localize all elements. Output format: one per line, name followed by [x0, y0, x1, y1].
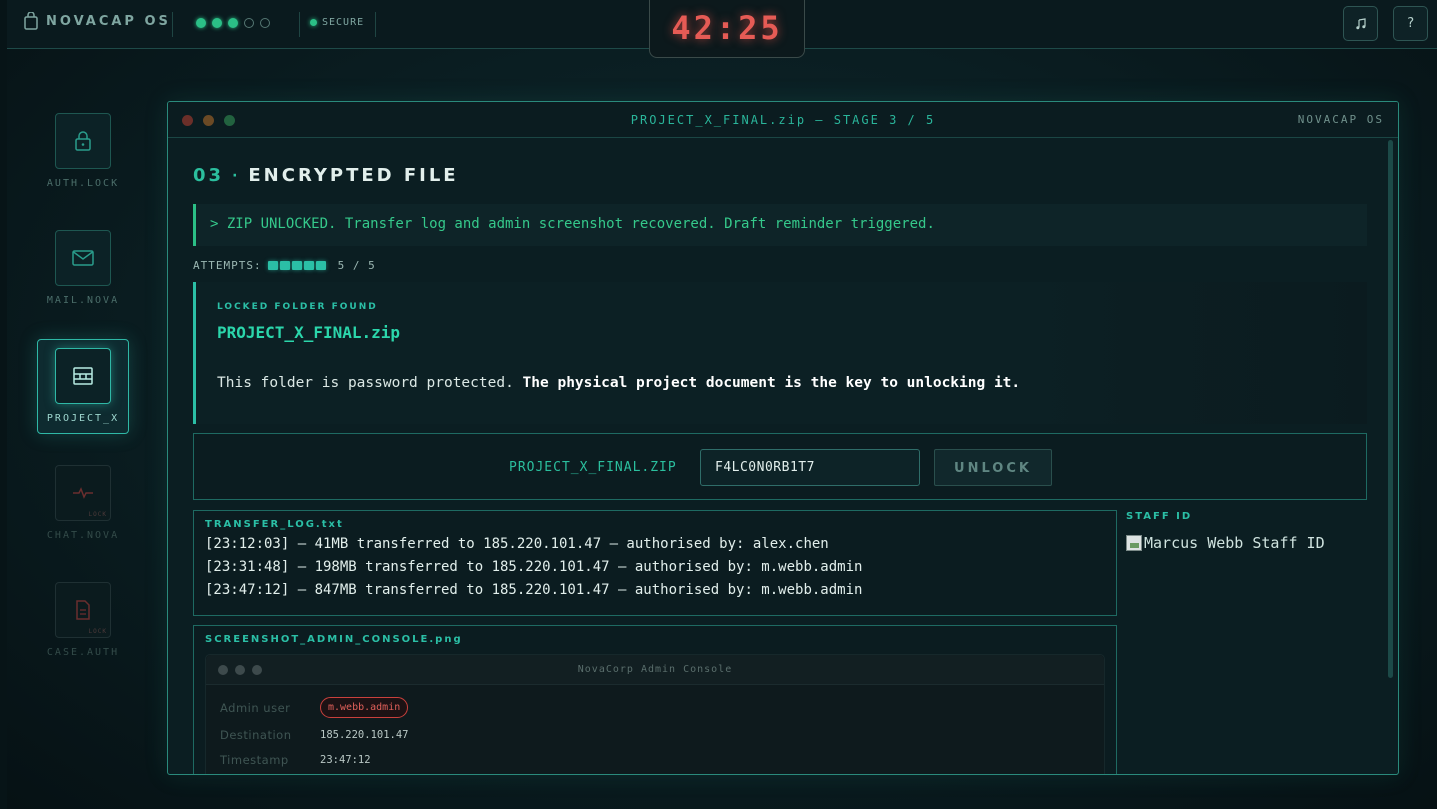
sidebar-app-tile: LOCK: [55, 582, 111, 638]
staff-id-title: STAFF ID: [1126, 511, 1193, 522]
progress-dot-pending: [260, 18, 270, 28]
console-titlebar: NovaCorp Admin Console: [206, 655, 1104, 685]
help-icon: ?: [1406, 16, 1415, 31]
row-value: 185.220.101.47: [320, 729, 409, 741]
sidebar-app-tile: [55, 113, 111, 169]
stage-progress-dots: [196, 18, 270, 28]
transfer-log-panel: TRANSFER_LOG.txt [23:12:03] — 41MB trans…: [193, 510, 1117, 616]
mail-icon: [72, 250, 94, 266]
secure-label: SECURE: [322, 17, 365, 28]
row-key: Destination: [220, 728, 292, 742]
console-row-destination: Destination 185.220.101.47: [220, 728, 409, 742]
console-row-timestamp: Timestamp 23:47:12: [220, 753, 371, 767]
brand: NOVACAP OS: [24, 12, 171, 30]
secure-status: SECURE: [310, 17, 364, 28]
document-icon: [76, 600, 90, 620]
progress-dot-complete: [228, 18, 238, 28]
progress-dot-complete: [212, 18, 222, 28]
attempts-label: ATTEMPTS:: [193, 259, 262, 272]
archive-icon: [73, 367, 93, 385]
window-title: PROJECT_X_FINAL.zip — STAGE 3 / 5: [630, 113, 936, 127]
countdown-timer: 42:25: [649, 0, 805, 58]
transfer-log-title: TRANSFER_LOG.txt: [205, 519, 344, 530]
lock-tag: LOCK: [88, 628, 107, 635]
row-key: Admin user: [220, 700, 291, 715]
file-name: PROJECT_X_FINAL.zip: [217, 323, 401, 342]
scrollbar[interactable]: [1388, 140, 1393, 678]
console-title: NovaCorp Admin Console: [577, 664, 733, 675]
project-window: PROJECT_X_FINAL.zip — STAGE 3 / 5 NOVACA…: [167, 101, 1399, 775]
description-emphasis: The physical project document is the key…: [522, 375, 1021, 391]
console-row-admin-user: Admin user m.webb.admin: [220, 697, 409, 718]
staff-id-image[interactable]: Marcus Webb Staff ID: [1126, 534, 1366, 552]
sidebar-item-label: CASE.AUTH: [46, 647, 120, 658]
page-title: 03 · ENCRYPTED FILE: [193, 165, 459, 186]
attempts-indicator: ATTEMPTS: 5 / 5: [193, 259, 376, 272]
admin-console-screenshot: NovaCorp Admin Console Admin user m.webb…: [205, 654, 1105, 774]
music-button[interactable]: [1343, 6, 1378, 41]
stage-heading: ENCRYPTED FILE: [248, 165, 459, 186]
sidebar-item-mail-nova[interactable]: MAIL.NOVA: [37, 230, 129, 306]
staff-id-panel: STAFF ID Marcus Webb Staff ID: [1126, 511, 1366, 552]
zip-label: PROJECT_X_FINAL.ZIP: [509, 460, 677, 475]
password-input[interactable]: F4LC0N0RB1T7: [700, 449, 920, 486]
help-button[interactable]: ?: [1393, 6, 1428, 41]
description-text: This folder is password protected.: [217, 375, 523, 391]
divider: [299, 12, 300, 37]
pulse-icon: [73, 487, 93, 499]
progress-dot-pending: [244, 18, 254, 28]
divider: [172, 12, 173, 37]
attempt-pip: [315, 261, 326, 270]
log-line: [23:31:48] — 198MB transferred to 185.22…: [205, 559, 863, 575]
sidebar-item-label: CHAT.NOVA: [46, 530, 120, 541]
broken-image-icon: [1126, 535, 1142, 551]
locked-folder-panel: LOCKED FOLDER FOUND PROJECT_X_FINAL.zip …: [193, 282, 1367, 424]
panel-description: This folder is password protected. The p…: [217, 375, 1346, 391]
unlock-button[interactable]: UNLOCK: [934, 449, 1052, 486]
lock-tag: LOCK: [88, 511, 107, 518]
sidebar-item-label: PROJECT_X: [46, 413, 120, 424]
log-line: [23:12:03] — 41MB transferred to 185.220…: [205, 536, 829, 552]
sidebar-item-label: AUTH.LOCK: [46, 178, 120, 189]
sidebar-item-auth-lock[interactable]: AUTH.LOCK: [37, 113, 129, 189]
separator-dot: ·: [232, 167, 241, 184]
sidebar-item-case-auth: LOCK CASE.AUTH: [37, 582, 129, 658]
attempt-pip: [291, 261, 302, 270]
sidebar-item-chat-nova: LOCK CHAT.NOVA: [37, 465, 129, 541]
window-os-label: NOVACAP OS: [1297, 113, 1384, 126]
sidebar-app-tile: LOCK: [55, 465, 111, 521]
desktop-frame: NOVACAP OS SECURE 42:25 ? AUTH.LOCK MAIL…: [7, 0, 1437, 809]
progress-dot-complete: [196, 18, 206, 28]
console-message: > ZIP UNLOCKED. Transfer log and admin s…: [193, 204, 1367, 246]
window-titlebar: PROJECT_X_FINAL.zip — STAGE 3 / 5 NOVACA…: [168, 102, 1398, 138]
shopping-bag-icon: [24, 12, 38, 30]
sidebar-app-tile: [55, 348, 111, 404]
admin-user-badge: m.webb.admin: [320, 697, 409, 718]
unlock-form: PROJECT_X_FINAL.ZIP F4LC0N0RB1T7 UNLOCK: [193, 433, 1367, 500]
sidebar-item-project-x[interactable]: PROJECT_X: [37, 339, 129, 434]
attempts-bars: [267, 261, 326, 270]
staff-id-alt-text: Marcus Webb Staff ID: [1144, 534, 1325, 552]
attempt-pip: [279, 261, 290, 270]
attempt-pip: [303, 261, 314, 270]
status-dot-icon: [310, 19, 317, 26]
divider: [375, 12, 376, 37]
screenshot-title: SCREENSHOT_ADMIN_CONSOLE.png: [205, 634, 463, 645]
attempt-pip: [267, 261, 278, 270]
sidebar-app-tile: [55, 230, 111, 286]
panel-label: LOCKED FOLDER FOUND: [217, 302, 378, 312]
top-bar: NOVACAP OS SECURE 42:25 ?: [7, 0, 1437, 58]
attempts-count: 5 / 5: [337, 259, 376, 272]
stage-number: 03: [193, 165, 225, 186]
brand-name: NOVACAP OS: [46, 13, 171, 29]
sidebar-item-label: MAIL.NOVA: [46, 295, 120, 306]
log-line: [23:47:12] — 847MB transferred to 185.22…: [205, 582, 863, 598]
admin-screenshot-panel: SCREENSHOT_ADMIN_CONSOLE.png NovaCorp Ad…: [193, 625, 1117, 774]
lock-icon: [75, 131, 91, 151]
row-key: Timestamp: [220, 753, 289, 767]
music-note-icon: [1355, 17, 1366, 29]
row-value: 23:47:12: [320, 754, 371, 766]
